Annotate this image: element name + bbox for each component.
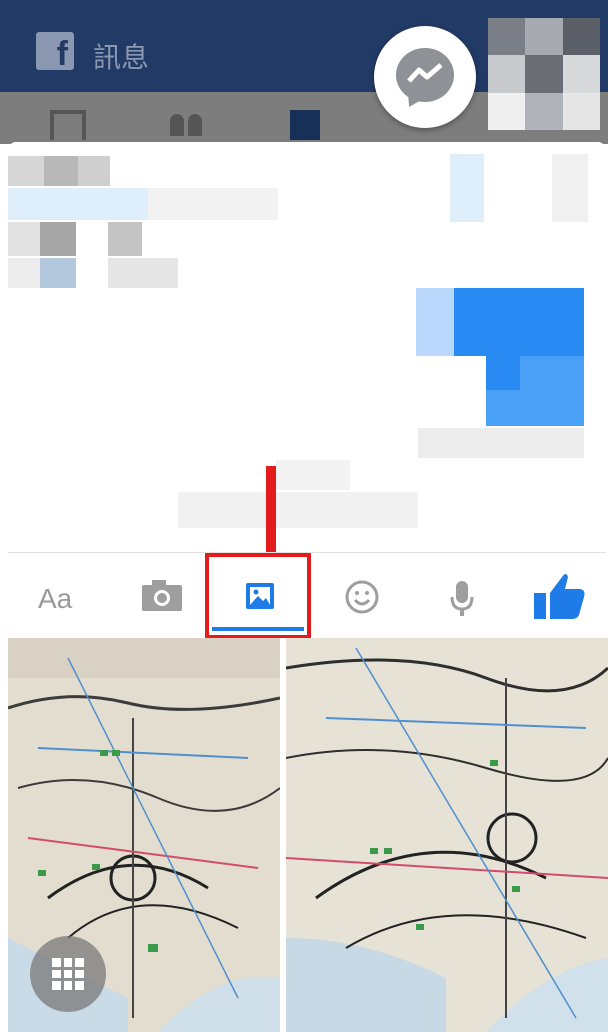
gallery-photo-2[interactable] [286, 638, 608, 1032]
messages-tab-icon[interactable] [290, 110, 320, 140]
friends-tab-icon[interactable] [168, 110, 208, 140]
emoji-button[interactable] [338, 553, 386, 637]
text-input-button[interactable]: Aa [38, 553, 86, 637]
all-photos-grid-button[interactable] [30, 936, 106, 1012]
page-title: 訊息 [93, 42, 150, 73]
news-feed-tab-icon[interactable] [50, 110, 86, 140]
grid-icon [52, 958, 84, 990]
messenger-bolt-icon [407, 63, 443, 83]
camera-icon [142, 580, 182, 611]
messenger-chat-head[interactable] [374, 26, 476, 128]
blurred-avatar [488, 18, 600, 130]
smile-icon [345, 580, 379, 614]
pixelated-sent-message [416, 288, 454, 356]
pixelated-message [8, 156, 44, 186]
like-button[interactable] [528, 553, 592, 637]
microphone-button[interactable] [438, 553, 486, 637]
thumbs-up-icon [534, 574, 585, 619]
active-tab-indicator [212, 627, 304, 631]
railway-map-photo-2 [286, 638, 608, 1032]
microphone-icon [450, 581, 474, 616]
camera-button[interactable] [138, 553, 186, 637]
facebook-logo-icon: f [36, 32, 74, 70]
